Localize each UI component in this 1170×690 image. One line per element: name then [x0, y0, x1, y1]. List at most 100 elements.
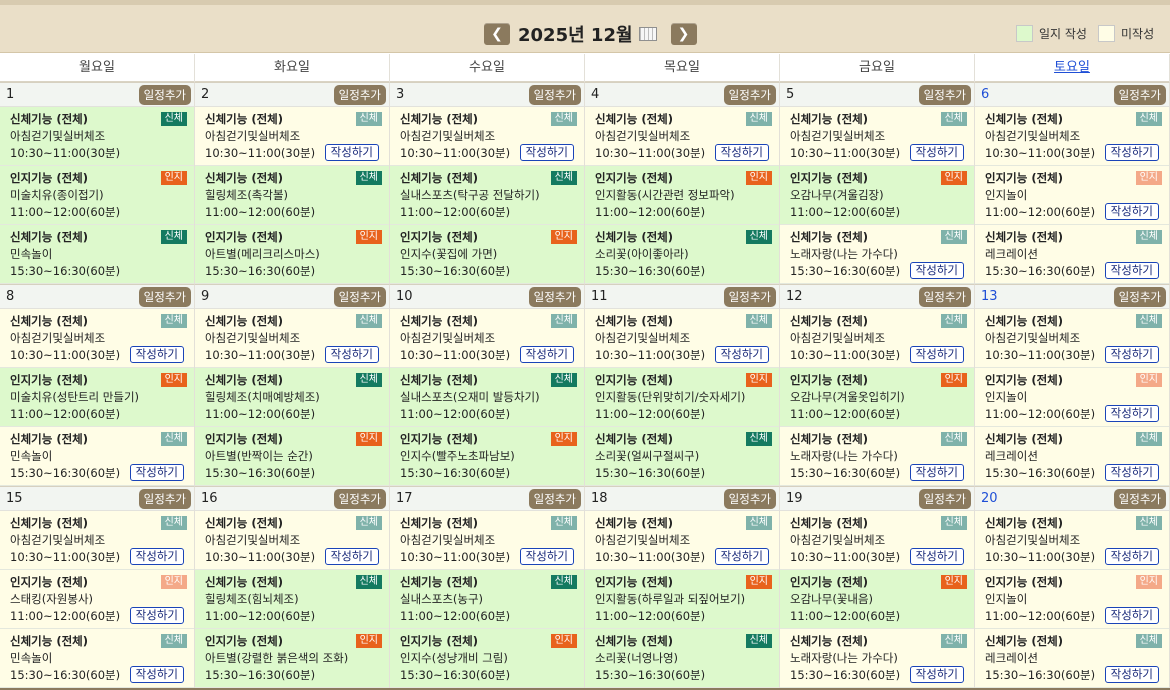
- write-log-button[interactable]: 작성하기: [909, 548, 964, 565]
- write-log-button[interactable]: 작성하기: [1104, 144, 1159, 161]
- schedule-item[interactable]: 신체기능 (전체) 힐링체조(촉각볼) 11:00~12:00(60분) 신체: [195, 166, 389, 225]
- schedule-item[interactable]: 신체기능 (전체) 레크레이션 15:30~16:30(60분) 신체 작성하기: [975, 629, 1169, 688]
- schedule-item[interactable]: 인지기능 (전체) 아트별(강렬한 붉은색의 조화) 15:30~16:30(60분…: [195, 629, 389, 688]
- schedule-item[interactable]: 인지기능 (전체) 오감나무(꽃내음) 11:00~12:00(60분) 인지: [780, 570, 974, 629]
- schedule-item[interactable]: 신체기능 (전체) 노래자랑(나는 가수다) 15:30~16:30(60분) 신체 작…: [780, 427, 974, 486]
- schedule-item[interactable]: 신체기능 (전체) 힐링체조(힘뇌체조) 11:00~12:00(60분) 신체: [195, 570, 389, 629]
- schedule-item[interactable]: 신체기능 (전체) 아침걷기및실버체조 10:30~11:00(30분) 신체 작성하기: [585, 107, 779, 166]
- add-schedule-button[interactable]: 일정추가: [918, 287, 971, 307]
- write-log-button[interactable]: 작성하기: [714, 548, 769, 565]
- day-number[interactable]: 13: [981, 289, 998, 304]
- day-number[interactable]: 20: [981, 491, 998, 506]
- write-log-button[interactable]: 작성하기: [519, 144, 574, 161]
- schedule-item[interactable]: 신체기능 (전체) 노래자랑(나는 가수다) 15:30~16:30(60분) 신체 작…: [780, 225, 974, 284]
- schedule-item[interactable]: 신체기능 (전체) 레크레이션 15:30~16:30(60분) 신체 작성하기: [975, 427, 1169, 486]
- schedule-item[interactable]: 신체기능 (전체) 아침걷기및실버체조 10:30~11:00(30분) 신체 작성하기: [780, 511, 974, 570]
- add-schedule-button[interactable]: 일정추가: [333, 287, 386, 307]
- add-schedule-button[interactable]: 일정추가: [333, 489, 386, 509]
- schedule-item[interactable]: 인지기능 (전체) 아트별(반짝이는 순간) 15:30~16:30(60분) 인지: [195, 427, 389, 486]
- schedule-item[interactable]: 인지기능 (전체) 인지활동(하루일과 되짚어보기) 11:00~12:00(60분…: [585, 570, 779, 629]
- write-log-button[interactable]: 작성하기: [1104, 346, 1159, 363]
- schedule-item[interactable]: 인지기능 (전체) 인지활동(단위맞히기/숫자세기) 11:00~12:00(60분…: [585, 368, 779, 427]
- add-schedule-button[interactable]: 일정추가: [528, 85, 581, 105]
- add-schedule-button[interactable]: 일정추가: [138, 85, 191, 105]
- schedule-item[interactable]: 신체기능 (전체) 아침걷기및실버체조 10:30~11:00(30분) 신체 작성하기: [0, 309, 194, 368]
- schedule-item[interactable]: 신체기능 (전체) 아침걷기및실버체조 10:30~11:00(30분) 신체 작성하기: [975, 107, 1169, 166]
- schedule-item[interactable]: 신체기능 (전체) 실내스포츠(오재미 발등차기) 11:00~12:00(60분)…: [390, 368, 584, 427]
- schedule-item[interactable]: 인지기능 (전체) 미술치유(성탄트리 만들기) 11:00~12:00(60분) 인…: [0, 368, 194, 427]
- schedule-item[interactable]: 신체기능 (전체) 아침걷기및실버체조 10:30~11:00(30분) 신체 작성하기: [390, 511, 584, 570]
- schedule-item[interactable]: 신체기능 (전체) 아침걷기및실버체조 10:30~11:00(30분) 신체 작성하기: [975, 309, 1169, 368]
- write-log-button[interactable]: 작성하기: [1104, 405, 1159, 422]
- write-log-button[interactable]: 작성하기: [519, 346, 574, 363]
- write-log-button[interactable]: 작성하기: [129, 607, 184, 624]
- write-log-button[interactable]: 작성하기: [129, 346, 184, 363]
- schedule-item[interactable]: 인지기능 (전체) 인지수(성냥개비 그림) 15:30~16:30(60분) 인지: [390, 629, 584, 688]
- write-log-button[interactable]: 작성하기: [1104, 464, 1159, 481]
- next-month-button[interactable]: ❯: [670, 23, 697, 45]
- schedule-item[interactable]: 신체기능 (전체) 아침걷기및실버체조 10:30~11:00(30분) 신체 작성하기: [780, 309, 974, 368]
- write-log-button[interactable]: 작성하기: [909, 464, 964, 481]
- day-number[interactable]: 1: [6, 87, 14, 102]
- write-log-button[interactable]: 작성하기: [129, 548, 184, 565]
- day-number[interactable]: 4: [591, 87, 599, 102]
- add-schedule-button[interactable]: 일정추가: [138, 489, 191, 509]
- schedule-item[interactable]: 인지기능 (전체) 인지수(꽃집에 가면) 15:30~16:30(60분) 인지: [390, 225, 584, 284]
- schedule-item[interactable]: 신체기능 (전체) 아침걷기및실버체조 10:30~11:00(30분) 신체 작성하기: [585, 309, 779, 368]
- write-log-button[interactable]: 작성하기: [714, 144, 769, 161]
- write-log-button[interactable]: 작성하기: [129, 666, 184, 683]
- schedule-item[interactable]: 신체기능 (전체) 아침걷기및실버체조 10:30~11:00(30분) 신체 작성하기: [195, 107, 389, 166]
- schedule-item[interactable]: 신체기능 (전체) 레크레이션 15:30~16:30(60분) 신체 작성하기: [975, 225, 1169, 284]
- write-log-button[interactable]: 작성하기: [1104, 262, 1159, 279]
- day-number[interactable]: 19: [786, 491, 803, 506]
- schedule-item[interactable]: 인지기능 (전체) 스태킹(자원봉사) 11:00~12:00(60분) 인지 작성하기: [0, 570, 194, 629]
- day-number[interactable]: 10: [396, 289, 413, 304]
- write-log-button[interactable]: 작성하기: [714, 346, 769, 363]
- schedule-item[interactable]: 인지기능 (전체) 인지놀이 11:00~12:00(60분) 인지 작성하기: [975, 166, 1169, 225]
- schedule-item[interactable]: 신체기능 (전체) 소리꽃(얼씨구절씨구) 15:30~16:30(60분) 신체: [585, 427, 779, 486]
- schedule-item[interactable]: 신체기능 (전체) 소리꽃(아이좋아라) 15:30~16:30(60분) 신체: [585, 225, 779, 284]
- day-number[interactable]: 9: [201, 289, 209, 304]
- add-schedule-button[interactable]: 일정추가: [723, 85, 776, 105]
- schedule-item[interactable]: 신체기능 (전체) 아침걷기및실버체조 10:30~11:00(30분) 신체 작성하기: [975, 511, 1169, 570]
- write-log-button[interactable]: 작성하기: [1104, 666, 1159, 683]
- schedule-item[interactable]: 인지기능 (전체) 오감나무(겨울김장) 11:00~12:00(60분) 인지: [780, 166, 974, 225]
- day-number[interactable]: 8: [6, 289, 14, 304]
- write-log-button[interactable]: 작성하기: [909, 144, 964, 161]
- schedule-item[interactable]: 신체기능 (전체) 노래자랑(나는 가수다) 15:30~16:30(60분) 신체 작…: [780, 629, 974, 688]
- write-log-button[interactable]: 작성하기: [129, 464, 184, 481]
- day-number[interactable]: 18: [591, 491, 608, 506]
- schedule-item[interactable]: 신체기능 (전체) 아침걷기및실버체조 10:30~11:00(30분) 신체 작성하기: [0, 511, 194, 570]
- day-number[interactable]: 15: [6, 491, 23, 506]
- schedule-item[interactable]: 신체기능 (전체) 아침걷기및실버체조 10:30~11:00(30분) 신체 작성하기: [390, 309, 584, 368]
- day-number[interactable]: 16: [201, 491, 218, 506]
- day-number[interactable]: 2: [201, 87, 209, 102]
- day-number[interactable]: 6: [981, 87, 989, 102]
- schedule-item[interactable]: 신체기능 (전체) 민속놀이 15:30~16:30(60분) 신체: [0, 225, 194, 284]
- write-log-button[interactable]: 작성하기: [1104, 607, 1159, 624]
- add-schedule-button[interactable]: 일정추가: [723, 287, 776, 307]
- schedule-item[interactable]: 신체기능 (전체) 아침걷기및실버체조 10:30~11:00(30분) 신체 작성하기: [390, 107, 584, 166]
- schedule-item[interactable]: 인지기능 (전체) 인지활동(시간관련 정보파악) 11:00~12:00(60분)…: [585, 166, 779, 225]
- calendar-grid-icon[interactable]: [638, 27, 657, 41]
- add-schedule-button[interactable]: 일정추가: [528, 489, 581, 509]
- schedule-item[interactable]: 신체기능 (전체) 아침걷기및실버체조 10:30~11:00(30분) 신체 작성하기: [195, 511, 389, 570]
- schedule-item[interactable]: 신체기능 (전체) 실내스포츠(농구) 11:00~12:00(60분) 신체: [390, 570, 584, 629]
- write-log-button[interactable]: 작성하기: [519, 548, 574, 565]
- day-number[interactable]: 11: [591, 289, 608, 304]
- schedule-item[interactable]: 인지기능 (전체) 인지놀이 11:00~12:00(60분) 인지 작성하기: [975, 368, 1169, 427]
- write-log-button[interactable]: 작성하기: [324, 346, 379, 363]
- day-number[interactable]: 3: [396, 87, 404, 102]
- write-log-button[interactable]: 작성하기: [324, 548, 379, 565]
- write-log-button[interactable]: 작성하기: [909, 666, 964, 683]
- add-schedule-button[interactable]: 일정추가: [138, 287, 191, 307]
- add-schedule-button[interactable]: 일정추가: [1113, 489, 1166, 509]
- schedule-item[interactable]: 인지기능 (전체) 인지수(빨주노초파남보) 15:30~16:30(60분) 인지: [390, 427, 584, 486]
- schedule-item[interactable]: 신체기능 (전체) 힐링체조(치매예방체조) 11:00~12:00(60분) 신체: [195, 368, 389, 427]
- write-log-button[interactable]: 작성하기: [909, 346, 964, 363]
- add-schedule-button[interactable]: 일정추가: [333, 85, 386, 105]
- add-schedule-button[interactable]: 일정추가: [528, 287, 581, 307]
- write-log-button[interactable]: 작성하기: [324, 144, 379, 161]
- schedule-item[interactable]: 인지기능 (전체) 오감나무(겨울옷입히기) 11:00~12:00(60분) 인지: [780, 368, 974, 427]
- schedule-item[interactable]: 신체기능 (전체) 아침걷기및실버체조 10:30~11:00(30분) 신체 작성하기: [585, 511, 779, 570]
